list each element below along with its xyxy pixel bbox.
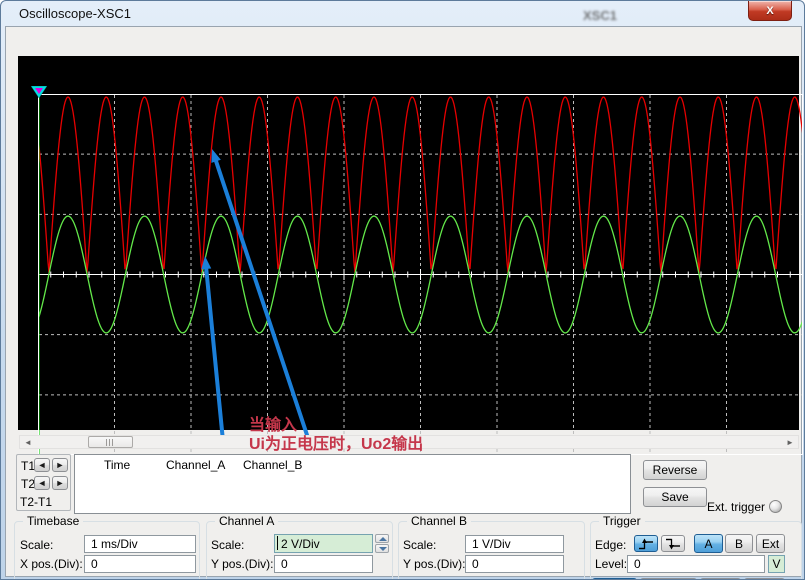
scroll-left-icon: ◄ [24,438,32,447]
reverse-button[interactable]: Reverse [643,460,707,480]
timebase-xpos-label: X pos.(Div): [20,557,83,571]
text-caret [277,536,278,550]
falling-edge-icon [665,538,681,550]
cursor-readout-table: Time Channel_A Channel_B [74,454,631,514]
trigger-a-button[interactable]: A [694,534,723,553]
close-icon: X [766,5,773,17]
channel-a-scale-input[interactable] [274,534,373,553]
t2-right-button[interactable]: ► [52,476,68,490]
timebase-scale-label: Scale: [20,538,53,552]
readout-header-time: Time [104,458,130,472]
channel-a-title: Channel A [215,514,278,528]
cursor-control-panel: T1 ◄ ► T2 ◄ ► T2-T1 [16,454,71,511]
trigger-b-button[interactable]: B [725,534,753,553]
channel-a-group: Channel A Scale: Y pos.(Div): AC 0 DC [206,521,393,580]
right-arrow-icon: ► [56,478,65,488]
ext-trigger-terminal [769,500,782,513]
right-arrow-icon: ► [56,460,65,470]
close-button[interactable]: X [748,1,792,21]
left-arrow-icon: ◄ [38,460,47,470]
ext-trigger-label: Ext. trigger [707,500,765,514]
annotation-text: 当输入 Ui为正电压时，Uo2输出 [249,416,423,454]
channel-b-ypos-label: Y pos.(Div): [403,557,465,571]
trigger-level-label: Level: [595,557,627,571]
trigger-edge-label: Edge: [595,538,626,552]
waveform-plot[interactable] [38,94,803,455]
trigger-level-unit-select[interactable]: V [768,555,785,573]
channel-a-ypos-label: Y pos.(Div): [211,557,273,571]
annotation-line1: 当输入 [249,416,423,435]
t2-t1-label: T2-T1 [20,495,52,509]
timebase-xpos-input[interactable] [84,555,196,573]
scroll-right-icon: ► [786,438,794,447]
t1-label: T1 [21,459,35,473]
save-button[interactable]: Save [643,487,707,507]
spinner-up-icon[interactable] [375,534,389,543]
channel-b-group: Channel B Scale: Y pos.(Div): AC 0 DC - [398,521,585,580]
trigger-title: Trigger [599,514,645,528]
timebase-group: Timebase Scale: X pos.(Div): Y/T Add B/A… [14,521,200,580]
scroll-right-button[interactable]: ► [782,436,798,448]
trigger-ext-button[interactable]: Ext [756,534,785,553]
workspace-watermark: XSC1 [583,8,617,23]
trigger-falling-edge-button[interactable] [661,535,685,552]
t1-left-button[interactable]: ◄ [34,458,50,472]
scroll-grip-icon [106,439,115,446]
channel-b-scale-input[interactable] [465,535,564,553]
rising-edge-icon [638,538,654,550]
scroll-left-button[interactable]: ◄ [20,436,36,448]
channel-b-scale-label: Scale: [403,538,436,552]
scroll-thumb[interactable] [88,436,133,448]
channel-a-scale-label: Scale: [211,538,244,552]
scope-display [18,56,799,430]
window-title: Oscilloscope-XSC1 [19,6,131,21]
trigger-level-input[interactable] [627,555,765,573]
channel-a-ypos-input[interactable] [274,555,373,573]
t1-right-button[interactable]: ► [52,458,68,472]
readout-header-channel-b: Channel_B [243,458,302,472]
channel-b-ypos-input[interactable] [465,555,564,573]
oscilloscope-window: Oscilloscope-XSC1 XSC1 X 当输入 Ui为正电压时，Uo2… [0,0,805,580]
t2-left-button[interactable]: ◄ [34,476,50,490]
client-area: 当输入 Ui为正电压时，Uo2输出 ◄ ► T1 ◄ ► T2 ◄ ► T2-T… [5,26,802,577]
channel-b-title: Channel B [407,514,471,528]
annotation-line2: Ui为正电压时，Uo2输出 [249,435,423,454]
channel-a-scale-spinner[interactable] [375,534,389,553]
spinner-down-icon[interactable] [375,544,389,553]
timebase-scale-input[interactable] [84,535,196,553]
trigger-rising-edge-button[interactable] [634,535,658,552]
left-arrow-icon: ◄ [38,478,47,488]
t2-label: T2 [21,477,35,491]
timebase-title: Timebase [23,514,83,528]
cursor1-handle[interactable] [31,86,47,98]
readout-header-channel-a: Channel_A [166,458,225,472]
trigger-group: Trigger Edge: A B Ext Level: [590,521,802,580]
